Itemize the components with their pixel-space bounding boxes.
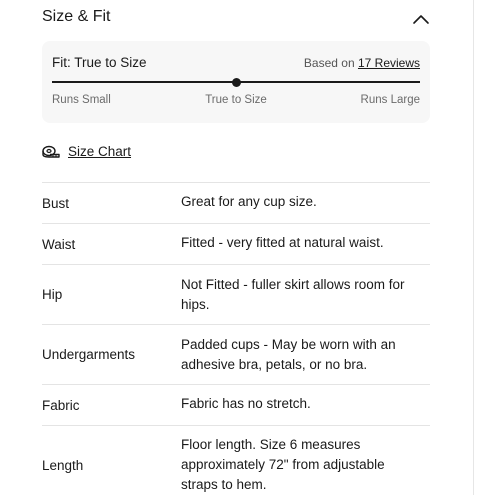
spec-key: Fabric xyxy=(42,397,80,413)
spec-value: Floor length. Size 6 measures approximat… xyxy=(181,437,385,492)
fit-label: Fit: True to Size xyxy=(52,55,147,70)
fit-summary-card: Fit: True to Size Based on 17 Reviews Ru… xyxy=(42,41,430,123)
spec-row-hip: Hip Not Fitted - fuller skirt allows roo… xyxy=(42,264,430,324)
scale-label-large: Runs Large xyxy=(360,94,420,106)
spec-value: Fabric has no stretch. xyxy=(181,396,311,411)
size-fit-panel: Size & Fit Fit: True to Size Based on 17… xyxy=(0,0,495,495)
spec-key: Undergarments xyxy=(42,347,136,362)
spec-key: Bust xyxy=(42,195,70,211)
fit-details-table: Bust Great for any cup size. Waist Fitte… xyxy=(42,182,430,504)
scale-label-true: True to Size xyxy=(205,94,267,106)
spec-key: Waist xyxy=(42,236,76,252)
section-title: Size & Fit xyxy=(42,8,111,25)
reviews-link[interactable]: 17 Reviews xyxy=(358,56,420,70)
reviews-summary: Based on 17 Reviews xyxy=(304,56,420,70)
spec-row-fabric: Fabric Fabric has no stretch. xyxy=(42,384,430,425)
chevron-up-icon[interactable] xyxy=(412,12,430,26)
fit-scale-marker xyxy=(231,78,241,87)
size-chart-label: Size Chart xyxy=(68,144,132,159)
spec-row-undergarments: Undergarments Padded cups - May be worn … xyxy=(42,324,430,384)
size-fit-header[interactable]: Size & Fit xyxy=(42,6,430,32)
panel-divider xyxy=(473,0,474,495)
spec-value: Not Fitted - fuller skirt allows room fo… xyxy=(181,276,405,312)
spec-value: Fitted - very fitted at natural waist. xyxy=(181,235,384,250)
spec-key: Length xyxy=(42,457,84,473)
spec-row-length: Length Floor length. Size 6 measures app… xyxy=(42,425,430,504)
spec-key: Hip xyxy=(42,287,63,302)
spec-value: Padded cups - May be worn with an adhesi… xyxy=(181,336,396,372)
spec-value: Great for any cup size. xyxy=(181,194,317,209)
spec-row-waist: Waist Fitted - very fitted at natural wa… xyxy=(42,223,430,264)
reviews-prefix: Based on xyxy=(303,56,355,70)
scale-label-small: Runs Small xyxy=(52,94,111,106)
spec-row-bust: Bust Great for any cup size. xyxy=(42,182,430,223)
measuring-tape-icon xyxy=(42,145,60,158)
